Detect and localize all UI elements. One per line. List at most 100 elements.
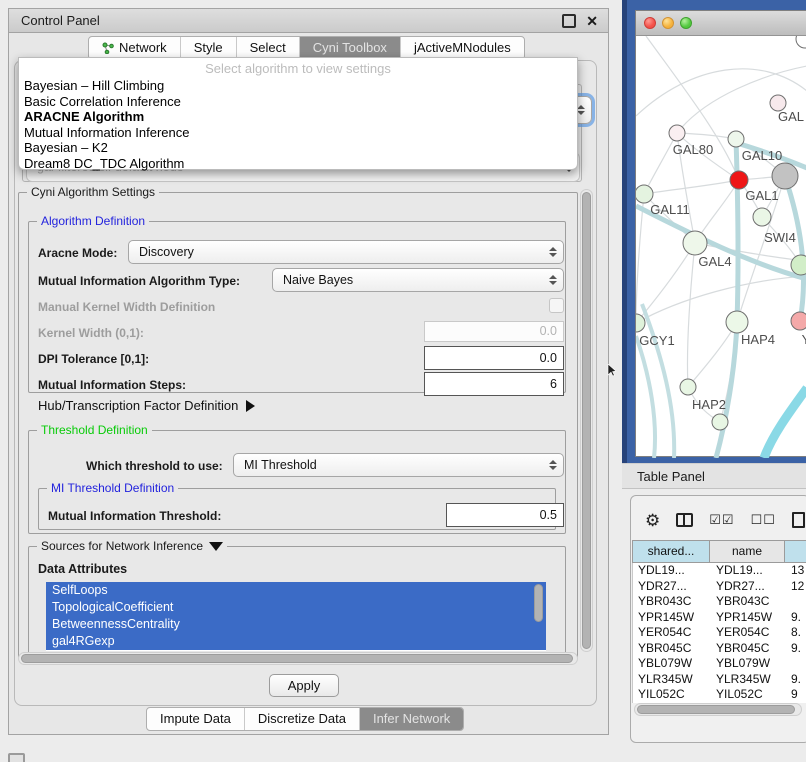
unchecked-boxes-icon[interactable]: ☐☐	[751, 512, 776, 528]
column-header-shared[interactable]: shared...	[632, 540, 710, 563]
table-row[interactable]: YDR27...YDR27...12	[633, 579, 806, 595]
which-threshold-combo[interactable]: MI Threshold	[233, 453, 564, 477]
column-header-name[interactable]: name	[710, 540, 785, 563]
network-edge[interactable]	[636, 276, 806, 323]
network-node-gcy1[interactable]	[636, 314, 645, 332]
attribute-item[interactable]: SelfLoops	[46, 582, 546, 599]
tab-discretize-data[interactable]: Discretize Data	[244, 708, 359, 730]
dpi-tolerance-label: DPI Tolerance [0,1]:	[38, 352, 149, 366]
network-window-titlebar[interactable]	[636, 11, 806, 36]
kernel-width-field[interactable]: 0.0	[424, 321, 564, 342]
which-threshold-label: Which threshold to use:	[86, 459, 223, 473]
attribute-item[interactable]: TopologicalCoefficient	[46, 599, 546, 616]
minimize-traffic-light-icon[interactable]	[662, 17, 674, 29]
table-cell: 9	[786, 687, 806, 703]
tab-jactivemnodules[interactable]: jActiveMNodules	[400, 37, 524, 59]
network-edge[interactable]	[644, 180, 739, 194]
network-node-gal80[interactable]	[669, 125, 685, 141]
dpi-tolerance-field[interactable]: 0.0	[424, 346, 564, 370]
algorithm-option[interactable]: Basic Correlation Inference	[19, 94, 577, 110]
page-icon[interactable]	[792, 512, 805, 528]
table-row[interactable]: YBR045CYBR045C9.	[633, 641, 806, 657]
algorithm-options-list: Bayesian – Hill ClimbingBasic Correlatio…	[19, 78, 577, 171]
attributes-list-scrollbar[interactable]	[534, 584, 543, 624]
tab-network[interactable]: Network	[89, 37, 180, 59]
node-label-gal: GAL	[778, 109, 804, 124]
node-label-y: Y	[802, 332, 806, 347]
algorithm-option[interactable]: ARACNE Algorithm	[19, 109, 577, 125]
table-row[interactable]: YIL052CYIL052C9	[633, 687, 806, 703]
network-edge[interactable]	[687, 243, 695, 387]
manual-kernel-checkbox[interactable]	[549, 298, 564, 313]
settings-vertical-scrollbar[interactable]	[580, 189, 593, 652]
hub-definition-disclosure[interactable]: Hub/Transcription Factor Definition	[38, 398, 255, 413]
network-edge[interactable]	[636, 336, 655, 458]
node-table-header: shared...nameA	[632, 540, 806, 563]
network-node[interactable]	[712, 414, 728, 430]
hub-definition-label: Hub/Transcription Factor Definition	[38, 398, 238, 413]
tab-style[interactable]: Style	[180, 37, 236, 59]
table-cell: YDR27...	[711, 579, 786, 595]
mi-algorithm-type-combo[interactable]: Naive Bayes	[272, 268, 564, 292]
table-row[interactable]: YBL079WYBL079W	[633, 656, 806, 672]
algorithm-option[interactable]: Bayesian – Hill Climbing	[19, 78, 577, 94]
checked-boxes-icon[interactable]: ☑☑	[709, 512, 734, 528]
table-cell: YER054C	[711, 625, 786, 641]
gear-icon[interactable]: ⚙	[645, 512, 660, 529]
table-cell: 13	[786, 563, 806, 579]
network-edge[interactable]	[788, 186, 804, 321]
table-row[interactable]: YBR043CYBR043C	[633, 594, 806, 610]
network-edge[interactable]	[764, 388, 806, 458]
corner-mini-button[interactable]	[8, 753, 25, 762]
float-window-icon[interactable]	[562, 14, 576, 28]
attribute-item[interactable]: gal4RGexp	[46, 633, 546, 650]
table-cell: YBR043C	[711, 594, 786, 610]
network-node[interactable]	[796, 36, 806, 48]
network-node-gal11[interactable]	[636, 185, 653, 203]
network-node-gal1[interactable]	[730, 171, 748, 189]
zoom-traffic-light-icon[interactable]	[680, 17, 692, 29]
disclosure-down-icon	[209, 542, 223, 551]
algorithm-placeholder: Select algorithm to view settings	[19, 58, 577, 78]
table-row[interactable]: YPR145WYPR145W9.	[633, 610, 806, 626]
algorithm-definition-title: Algorithm Definition	[37, 214, 149, 228]
tab-infer-network[interactable]: Infer Network	[359, 708, 463, 730]
network-node-y[interactable]	[791, 312, 806, 330]
tab-cyni-toolbox[interactable]: Cyni Toolbox	[299, 37, 400, 59]
close-traffic-light-icon[interactable]	[644, 17, 656, 29]
table-row[interactable]: YDL19...YDL19...13	[633, 563, 806, 579]
tab-impute-data[interactable]: Impute Data	[147, 708, 244, 730]
desktop: Control Panel ✕ NetworkStyleSelectCyni T…	[0, 0, 806, 762]
close-icon[interactable]: ✕	[586, 16, 598, 26]
network-edge[interactable]	[646, 36, 739, 180]
attribute-item[interactable]: BetweennessCentrality	[46, 616, 546, 633]
table-horizontal-scrollbar[interactable]	[634, 703, 802, 716]
apply-button[interactable]: Apply	[269, 674, 339, 697]
split-columns-icon[interactable]	[676, 513, 693, 527]
network-node-hap4[interactable]	[726, 311, 748, 333]
algorithm-option[interactable]: Bayesian – K2	[19, 140, 577, 156]
network-node-gal4[interactable]	[683, 231, 707, 255]
tab-select[interactable]: Select	[236, 37, 299, 59]
algorithm-option[interactable]: Mutual Information Inference	[19, 125, 577, 141]
network-edge[interactable]	[677, 133, 736, 139]
column-header-A[interactable]: A	[785, 540, 806, 563]
table-cell: YBL079W	[633, 656, 711, 672]
network-canvas[interactable]: GALGAL80GAL10GAL1GAL11SWI4GAL4GCY1HAP4YH…	[636, 36, 806, 458]
settings-horizontal-scrollbar[interactable]	[18, 652, 578, 665]
network-edge[interactable]	[636, 194, 644, 323]
control-panel-titlebar[interactable]: Control Panel ✕	[8, 8, 609, 33]
network-node-hap2[interactable]	[680, 379, 696, 395]
algorithm-option[interactable]: Dream8 DC_TDC Algorithm	[19, 156, 577, 172]
mi-steps-field[interactable]: 6	[424, 372, 564, 396]
mi-threshold-field[interactable]: 0.5	[446, 503, 564, 527]
network-node[interactable]	[791, 255, 806, 275]
aracne-mode-combo[interactable]: Discovery	[128, 240, 564, 264]
network-node-gal10[interactable]	[728, 131, 744, 147]
network-node[interactable]	[772, 163, 798, 189]
sources-disclosure[interactable]: Sources for Network Inference	[37, 539, 227, 553]
network-node-swi4[interactable]	[753, 208, 771, 226]
table-row[interactable]: YLR345WYLR345W9.	[633, 672, 806, 688]
disclosure-right-icon	[246, 400, 255, 412]
table-row[interactable]: YER054CYER054C8.	[633, 625, 806, 641]
